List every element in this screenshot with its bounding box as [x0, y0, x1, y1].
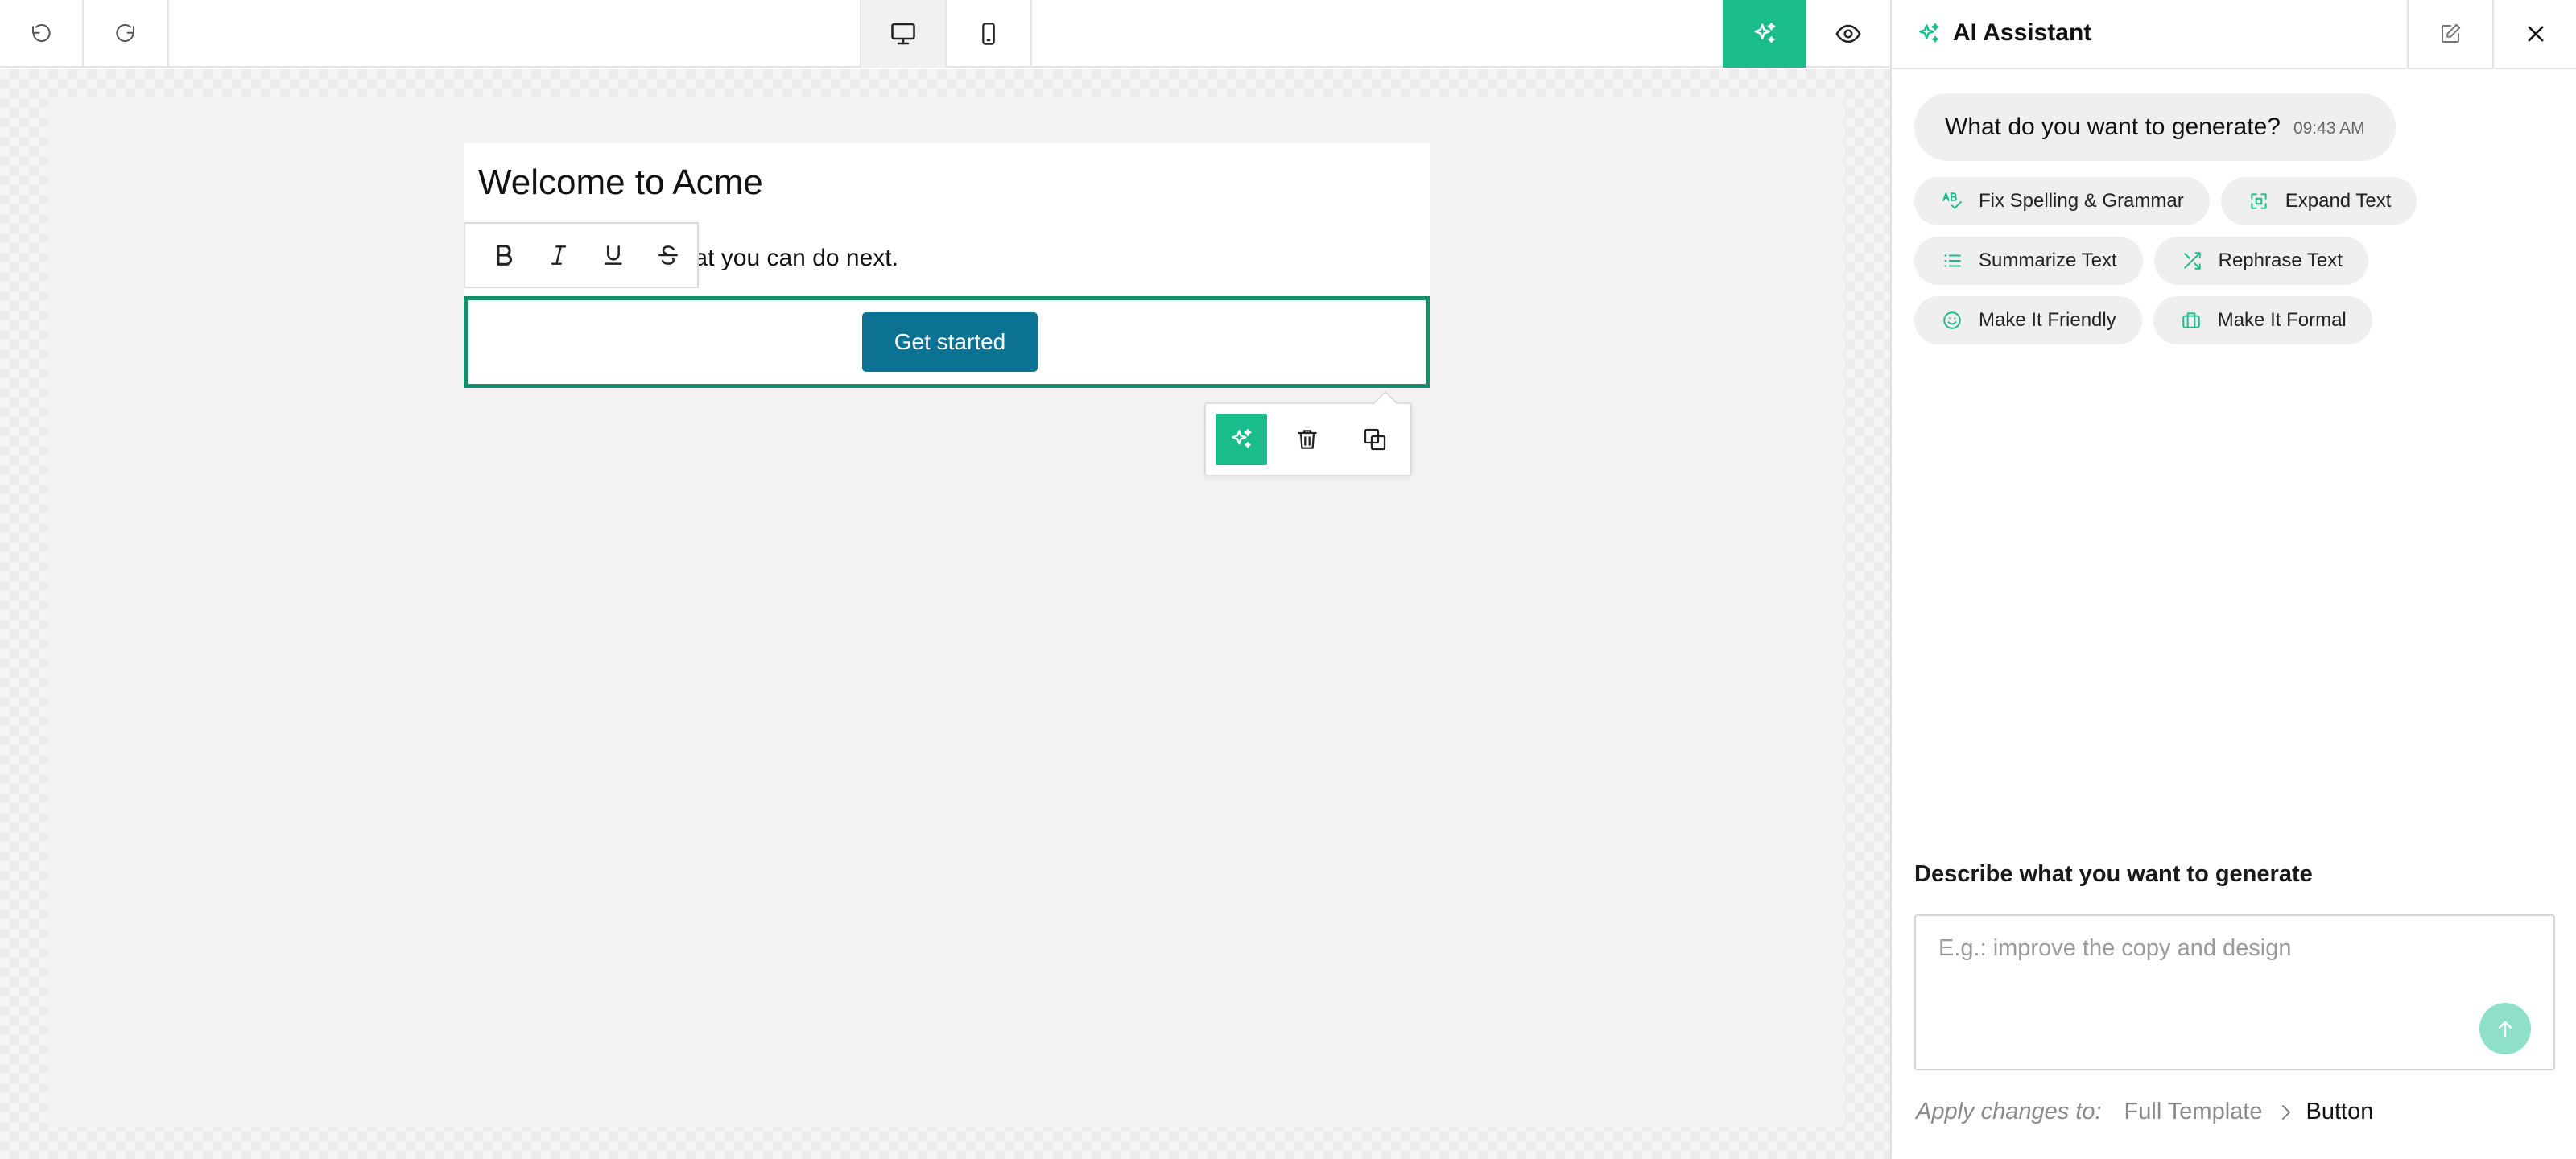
chip-rephrase-text[interactable]: Rephrase Text [2153, 237, 2368, 285]
edit-icon [2438, 22, 2462, 46]
sparkles-icon [1916, 21, 1942, 47]
chip-expand-text[interactable]: Expand Text [2220, 177, 2417, 225]
panel-header: AI Assistant [1892, 0, 2576, 69]
duplicate-icon [1362, 427, 1388, 452]
chip-make-formal[interactable]: Make It Formal [2153, 296, 2372, 344]
chip-label: Make It Friendly [1979, 309, 2116, 331]
arrow-up-icon [2494, 1017, 2516, 1040]
italic-button[interactable] [531, 231, 586, 279]
email-title[interactable]: Welcome to Acme [478, 163, 763, 203]
chip-label: Rephrase Text [2218, 250, 2343, 271]
block-ai-button[interactable] [1216, 414, 1267, 465]
trash-icon [1294, 427, 1320, 452]
chip-label: Fix Spelling & Grammar [1979, 190, 2184, 212]
spellcheck-icon [1942, 191, 1963, 212]
quick-action-chips: Fix Spelling & Grammar Expand Text Summa… [1914, 177, 2558, 356]
expand-icon [2248, 191, 2269, 212]
chip-fix-spelling[interactable]: Fix Spelling & Grammar [1914, 177, 2210, 225]
desktop-view-button[interactable] [860, 0, 947, 68]
chip-label: Expand Text [2285, 190, 2392, 212]
editor-toolbar [0, 0, 1890, 68]
preview-button[interactable] [1806, 0, 1890, 68]
undo-icon [29, 22, 53, 46]
delete-block-button[interactable] [1282, 414, 1333, 465]
panel-title: AI Assistant [1953, 19, 2092, 46]
prompt-input-box [1914, 914, 2555, 1070]
mobile-view-button[interactable] [947, 0, 1032, 68]
prompt-input[interactable] [1916, 916, 2553, 1069]
shuffle-icon [2182, 250, 2202, 271]
message-timestamp: 09:43 AM [2293, 119, 2365, 138]
get-started-button[interactable]: Get started [862, 312, 1038, 372]
chevron-right-icon [2278, 1103, 2294, 1122]
redo-button[interactable] [84, 0, 169, 68]
desktop-icon [889, 19, 918, 48]
undo-button[interactable] [0, 0, 84, 68]
bold-button[interactable] [477, 231, 531, 279]
close-panel-button[interactable] [2492, 0, 2576, 68]
underline-button[interactable] [586, 231, 641, 279]
strikethrough-icon [655, 242, 681, 268]
redo-icon [114, 22, 138, 46]
briefcase-icon [2181, 310, 2202, 331]
apply-label: Apply changes to: [1916, 1099, 2102, 1124]
underline-icon [601, 242, 626, 268]
ai-assistant-toggle-button[interactable] [1723, 0, 1806, 68]
smile-icon [1942, 310, 1963, 331]
eye-icon [1835, 20, 1862, 47]
chip-label: Make It Formal [2217, 309, 2347, 331]
duplicate-block-button[interactable] [1349, 414, 1401, 465]
prompt-label: Describe what you want to generate [1914, 861, 2313, 887]
sparkles-icon [1751, 20, 1778, 47]
close-icon [2524, 23, 2547, 45]
text-format-toolbar [464, 222, 699, 288]
apply-full-template-link[interactable]: Full Template [2124, 1099, 2263, 1125]
assistant-message-bubble: What do you want to generate? 09:43 AM [1914, 93, 2396, 161]
strikethrough-button[interactable] [641, 231, 696, 279]
sparkles-icon [1228, 427, 1254, 452]
apply-changes-breadcrumb: Apply changes to: Full Template Button [1916, 1099, 2373, 1125]
chip-label: Summarize Text [1979, 250, 2117, 271]
new-chat-button[interactable] [2407, 0, 2492, 68]
italic-icon [546, 242, 572, 268]
selected-button-block[interactable]: Get started [464, 296, 1430, 388]
chip-make-friendly[interactable]: Make It Friendly [1914, 296, 2142, 344]
list-icon [1942, 250, 1963, 271]
send-button[interactable] [2479, 1003, 2531, 1054]
chip-summarize-text[interactable]: Summarize Text [1914, 237, 2143, 285]
mobile-icon [976, 21, 1001, 47]
bold-icon [490, 241, 518, 269]
assistant-message-text: What do you want to generate? [1945, 113, 2281, 140]
apply-target-button[interactable]: Button [2306, 1099, 2373, 1125]
ai-assistant-panel: AI Assistant What do you want to generat… [1890, 0, 2576, 1159]
block-actions-popover [1204, 402, 1412, 476]
